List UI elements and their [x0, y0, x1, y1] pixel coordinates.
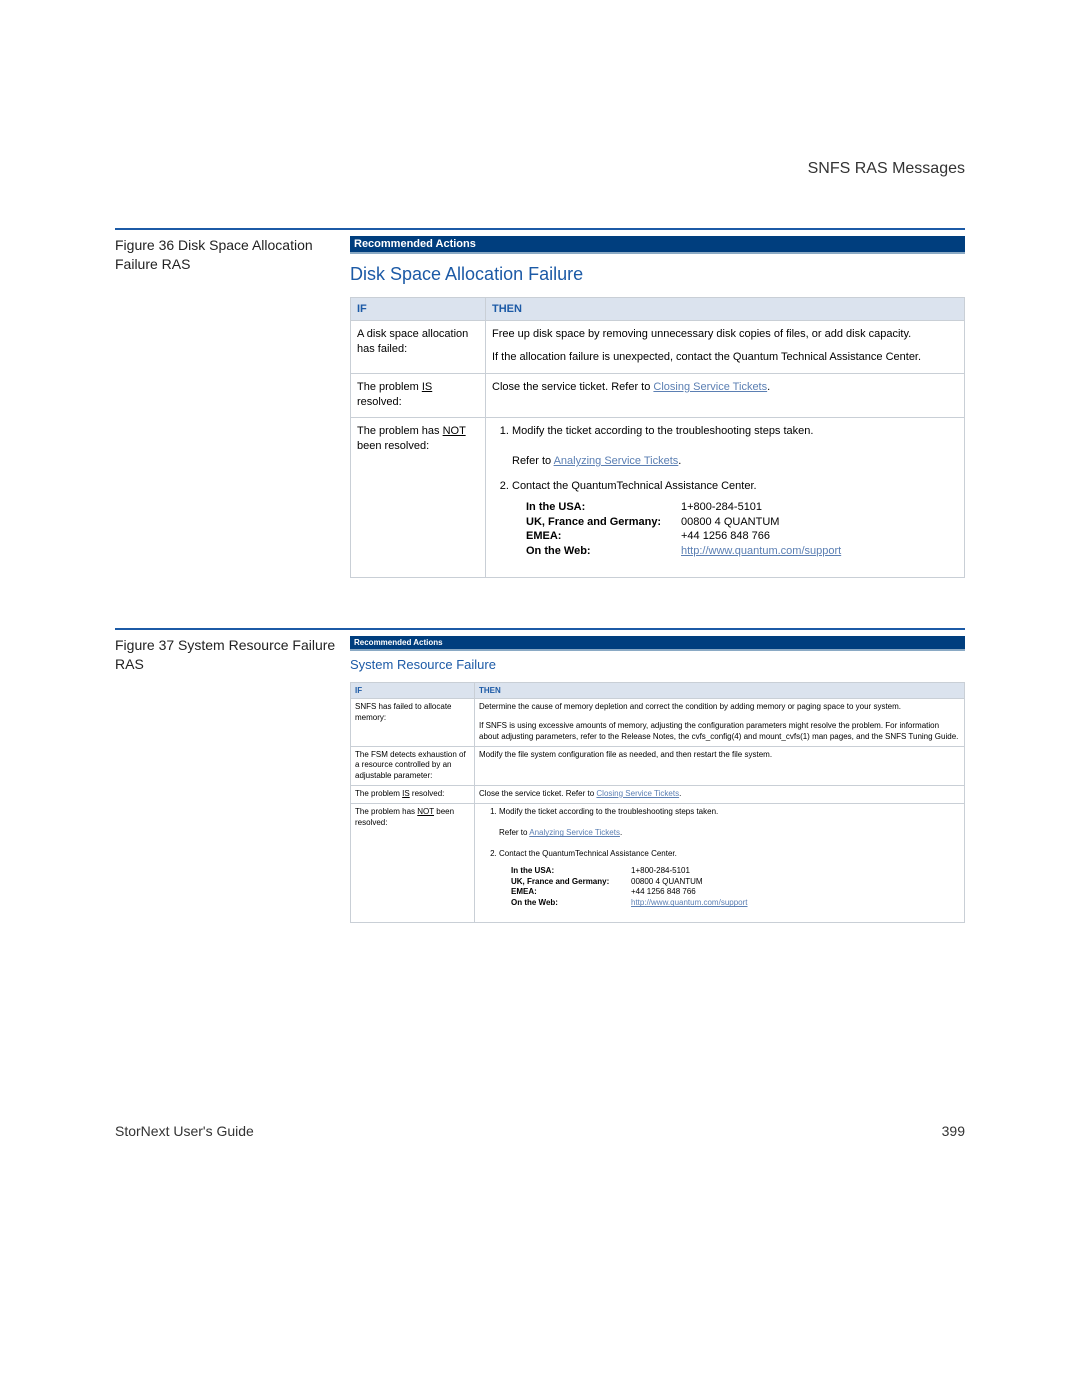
if-cell: The problem has NOT been resolved:: [351, 418, 486, 578]
closing-tickets-link[interactable]: Closing Service Tickets: [596, 789, 679, 798]
footer-title: StorNext User's Guide: [115, 1123, 254, 1139]
panel-title: System Resource Failure: [350, 651, 965, 682]
section-rule: [115, 628, 965, 630]
th-if: IF: [351, 298, 486, 321]
recommended-actions-bar: Recommended Actions: [350, 636, 965, 651]
th-then: THEN: [486, 298, 965, 321]
ras-table-36: IF THEN A disk space allocation has fail…: [350, 297, 965, 578]
closing-tickets-link[interactable]: Closing Service Tickets: [653, 381, 767, 393]
then-cell: Modify the file system configuration fil…: [475, 746, 965, 785]
support-link[interactable]: http://www.quantum.com/support: [681, 544, 841, 559]
section-rule: [115, 228, 965, 230]
analyzing-tickets-link[interactable]: Analyzing Service Tickets: [529, 828, 620, 837]
then-cell: Modify the ticket according to the troub…: [475, 803, 965, 922]
analyzing-tickets-link[interactable]: Analyzing Service Tickets: [554, 455, 679, 467]
then-cell: Modify the ticket according to the troub…: [486, 418, 965, 578]
th-then: THEN: [475, 683, 965, 699]
page-number: 399: [942, 1123, 965, 1139]
if-cell: SNFS has failed to allocate memory:: [351, 699, 475, 746]
recommended-actions-bar: Recommended Actions: [350, 236, 965, 254]
th-if: IF: [351, 683, 475, 699]
figure-37-caption: Figure 37 System Resource Failure RAS: [115, 636, 350, 674]
then-cell: Free up disk space by removing unnecessa…: [486, 321, 965, 374]
figure-36-caption: Figure 36 Disk Space Allocation Failure …: [115, 236, 350, 274]
page-footer: StorNext User's Guide 399: [115, 1123, 965, 1139]
then-cell: Close the service ticket. Refer to Closi…: [475, 785, 965, 803]
if-cell: The problem IS resolved:: [351, 785, 475, 803]
then-cell: Close the service ticket. Refer to Closi…: [486, 373, 965, 418]
then-cell: Determine the cause of memory depletion …: [475, 699, 965, 746]
support-link[interactable]: http://www.quantum.com/support: [631, 898, 748, 909]
if-cell: The problem IS resolved:: [351, 373, 486, 418]
if-cell: The problem has NOT been resolved:: [351, 803, 475, 922]
running-head: SNFS RAS Messages: [115, 160, 965, 178]
if-cell: The FSM detects exhaustion of a resource…: [351, 746, 475, 785]
if-cell: A disk space allocation has failed:: [351, 321, 486, 374]
panel-title: Disk Space Allocation Failure: [350, 254, 965, 297]
ras-table-37: IF THEN SNFS has failed to allocate memo…: [350, 682, 965, 923]
